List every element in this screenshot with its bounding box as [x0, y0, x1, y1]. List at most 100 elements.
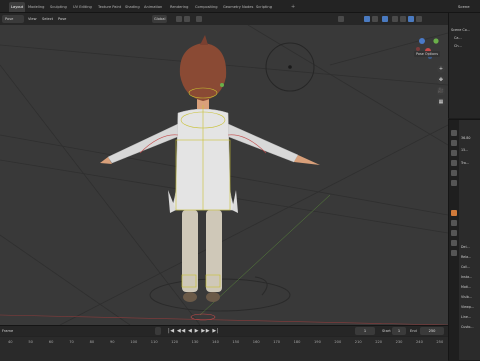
timeline-controls: Frame |◀ ◀◀ ◀ ▶ ▶▶ ▶| 1 Start 1 End 250 [0, 326, 448, 336]
pose-menu[interactable]: Pose [58, 15, 66, 23]
workspace-tab-shading[interactable]: Shading [123, 2, 142, 12]
scene-tab-icon[interactable] [451, 170, 457, 176]
timeline-tick: 100 [130, 340, 138, 344]
timeline-tick: 90 [110, 340, 115, 344]
snap-icon[interactable] [184, 16, 190, 22]
root-control[interactable] [190, 313, 216, 321]
end-label: End [410, 329, 417, 333]
material-shading-icon[interactable] [408, 16, 414, 22]
current-frame-field[interactable]: 1 [355, 327, 375, 335]
mode-selector[interactable]: Pose [2, 15, 24, 23]
ortho-toggle-icon[interactable]: ▦ [437, 98, 445, 106]
look-target[interactable] [220, 83, 224, 87]
left-leg[interactable] [182, 210, 198, 292]
camera-view-icon[interactable]: 🎥 [437, 87, 445, 95]
prop-value-2[interactable]: 15... [461, 147, 468, 153]
prop-section-lineart[interactable]: Line... [461, 314, 471, 320]
timeline-panel: Frame |◀ ◀◀ ◀ ▶ ▶▶ ▶| 1 Start 1 End 250 … [0, 325, 448, 361]
workspace-tab-sculpting[interactable]: Sculpting [48, 2, 69, 12]
workspace-tab-layout[interactable]: Layout [9, 2, 26, 12]
prop-value-1[interactable]: 36.80 [461, 135, 470, 141]
outliner-item-scene-collection[interactable]: Scene Co... [451, 27, 470, 33]
modifier-tab-icon[interactable] [451, 220, 457, 226]
wireframe-shading-icon[interactable] [392, 16, 398, 22]
timeline-tick: 160 [252, 340, 260, 344]
zoom-icon[interactable]: + [437, 65, 445, 73]
timeline-tick: 110 [150, 340, 158, 344]
overlay-icon[interactable] [372, 16, 378, 22]
output-tab-icon[interactable] [451, 150, 457, 156]
workspace-tab-modeling[interactable]: Modeling [26, 2, 46, 12]
timeline-tick: 150 [232, 340, 240, 344]
view-layer-tab-icon[interactable] [451, 160, 457, 166]
visibility-icon[interactable] [338, 16, 344, 22]
prop-section-custom[interactable]: Custo... [461, 324, 474, 330]
3d-viewport[interactable]: Pose Options + ✥ 🎥 ▦ [0, 25, 448, 325]
prop-section-visibility[interactable]: Visib... [461, 294, 472, 300]
prop-section-viewport[interactable]: Viewp... [461, 304, 474, 310]
start-frame-field[interactable]: 1 [392, 327, 406, 335]
viewport-header: Pose View Select Pose Global [0, 13, 448, 25]
add-workspace-button[interactable]: + [291, 2, 295, 12]
camera-point [288, 65, 292, 69]
workspace-tab-compositing[interactable]: Compositing [193, 2, 220, 12]
prop-section-delta[interactable]: Del... [461, 244, 470, 250]
object-tab-icon[interactable] [451, 210, 457, 216]
right-shoe [206, 292, 220, 302]
timeline-ruler[interactable]: 40 50 60 70 80 90 100 110 120 130 140 150 160 170 180 1… [0, 337, 448, 361]
timeline-tick: 230 [395, 340, 403, 344]
select-menu[interactable]: Select [42, 15, 53, 23]
left-arm[interactable] [107, 122, 183, 164]
playback-controls[interactable]: |◀ ◀◀ ◀ ▶ ▶▶ ▶| [168, 327, 219, 335]
prop-section-collections[interactable]: Coll... [461, 264, 470, 270]
floor-arc [254, 276, 268, 296]
right-hand[interactable] [294, 155, 320, 165]
prop-section-motion[interactable]: Moti... [461, 284, 471, 290]
pivot-icon[interactable] [176, 16, 182, 22]
render-tab-icon[interactable] [451, 140, 457, 146]
hair[interactable] [179, 43, 227, 101]
properties-tabs [449, 120, 459, 361]
prop-section-transform[interactable]: Tra... [461, 160, 469, 166]
viewport-scene [0, 25, 448, 325]
physics-tab-icon[interactable] [451, 230, 457, 236]
pan-icon[interactable]: ✥ [437, 76, 445, 84]
transform-orientation[interactable]: Global [152, 15, 168, 23]
constraints-tab-icon[interactable] [451, 240, 457, 246]
gizmo-icon[interactable] [364, 16, 370, 22]
data-tab-icon[interactable] [451, 250, 457, 256]
proportional-icon[interactable] [196, 16, 202, 22]
timeline-tick: 140 [212, 340, 219, 344]
workspace-tab-uv-editing[interactable]: UV Editing [71, 2, 94, 12]
workspace-topbar: Layout Modeling Sculpting UV Editing Texture… [0, 0, 480, 13]
prop-section-instancing[interactable]: Insta... [461, 274, 472, 280]
workspace-tab-texture-paint[interactable]: Texture Paint [96, 2, 123, 12]
right-leg[interactable] [206, 210, 222, 292]
start-label: Start [382, 329, 391, 333]
timeline-tick: 250 [436, 340, 444, 344]
right-arm[interactable] [223, 122, 299, 163]
solid-shading-icon[interactable] [400, 16, 406, 22]
workspace-tab-animation[interactable]: Animation [142, 2, 164, 12]
left-shoe [183, 292, 197, 302]
gizmo-y-axis[interactable] [433, 38, 439, 44]
x-axis-line [0, 314, 448, 325]
keyframe-button[interactable] [155, 327, 161, 335]
xray-icon[interactable] [382, 16, 388, 22]
outliner-item-camera[interactable]: Ca... [454, 35, 462, 41]
workspace-tab-geometry-nodes[interactable]: Geometry Nodes [221, 2, 255, 12]
timeline-tick: 170 [273, 340, 281, 344]
rendered-shading-icon[interactable] [416, 16, 422, 22]
character-model[interactable] [100, 35, 320, 321]
tool-tab-icon[interactable] [451, 130, 457, 136]
workspace-tab-scripting[interactable]: Scripting [254, 2, 274, 12]
outliner-item-character[interactable]: Ch... [454, 43, 462, 49]
scene-name[interactable]: Scene [458, 2, 470, 12]
world-tab-icon[interactable] [451, 180, 457, 186]
gizmo-z-axis[interactable] [419, 38, 425, 44]
prop-section-relations[interactable]: Rela... [461, 254, 471, 260]
view-menu[interactable]: View [28, 15, 37, 23]
end-frame-field[interactable]: 250 [420, 327, 444, 335]
pose-options-dropdown[interactable]: Pose Options [414, 51, 441, 57]
workspace-tab-rendering[interactable]: Rendering [168, 2, 190, 12]
